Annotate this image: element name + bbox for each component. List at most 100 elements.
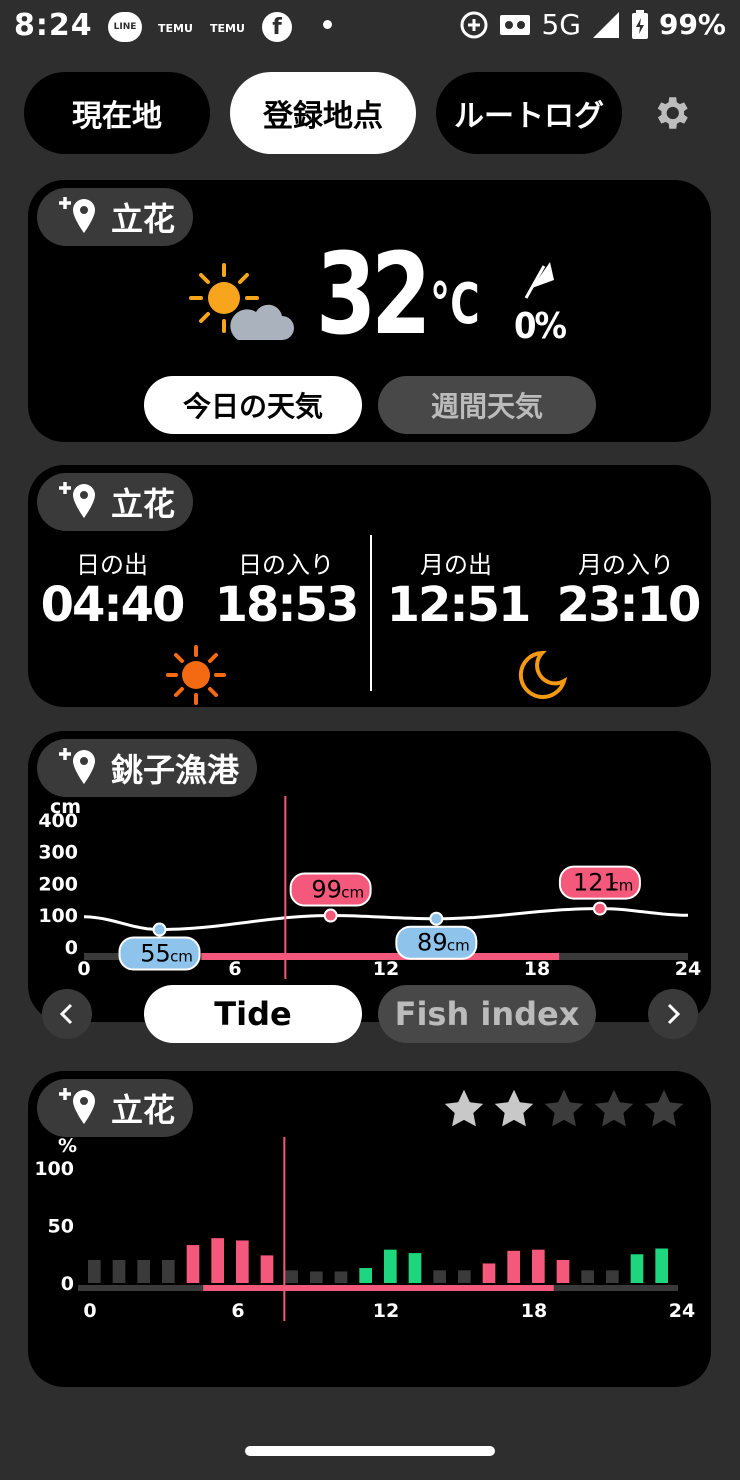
moon-icon [518,650,568,699]
high-tide-point [323,908,338,923]
tab-current-location[interactable]: 現在地 [24,72,210,154]
fish-index-chart: 100 50 00 6 12 18 24 [34,1137,695,1322]
y-tick-label: 0 [61,1273,74,1295]
fish-index-bar [186,1245,200,1283]
y-tick-label: 100 [34,1158,74,1180]
fish-index-bar [112,1260,126,1283]
status-right: 5G 99% [459,8,726,41]
fish-index-bar [482,1263,496,1283]
fish-index-bar [532,1249,545,1283]
sun-moon-card: 立花 日の出 04:40 日の入り 18:53 月の出 12:51 月の入り 2… [28,465,711,707]
weekly-weather-button[interactable]: 週間天気 [378,376,596,434]
tab-fish-index[interactable]: Fish index [378,985,596,1043]
chevron-right-icon [667,1003,681,1025]
signal-icon [592,11,619,38]
sun-icon [166,645,226,705]
next-button[interactable] [648,989,698,1039]
fish-index-bar [630,1254,644,1283]
fish-index-bar [211,1238,224,1283]
temu-icon: TEMU [158,22,193,35]
data-saver-icon [460,11,488,38]
fish-index-bar [162,1260,175,1283]
umbrella-icon [524,262,554,299]
sunrise-label: 日の出 [76,551,148,579]
fish-index-bar [606,1270,619,1283]
gear-icon[interactable] [650,92,692,134]
x-tick-label: 6 [228,958,241,980]
fish-index-bar [433,1270,446,1283]
tab-registered-locations[interactable]: 登録地点 [230,72,416,154]
fish-index-bar [236,1240,249,1283]
low-tide-label: 55 [140,940,171,968]
high-tide-point [592,901,607,916]
x-tick-label: 18 [524,958,550,980]
battery-icon [631,9,648,39]
fish-index-card: 立花 % 100 50 0 0 6 12 18 24 [28,1071,711,1387]
fish-index-bar [88,1260,101,1283]
fish-index-bar [359,1268,372,1283]
temperature-unit: °C [430,272,480,337]
fish-index-bar [334,1271,348,1283]
tide-card: 銚子漁港 cm 400 300 200 100 0 55 cm 99 cm 89 cm 121 cm 0 6… [28,731,711,1043]
x-tick-label: 0 [77,958,90,980]
high-tide-label: 99 [311,876,342,904]
location-chip[interactable]: 立花 [37,188,194,246]
network-type: 5G [541,8,581,41]
weather-card: 立花 32 °C 0% 今日の天気 週間天気 [28,180,711,442]
sunny-cloudy-icon [189,263,294,340]
status-bar: 8:24 LINE TEMU TEMU f 5G 99% [0,0,740,56]
y-tick-label: 200 [38,873,78,895]
moonset-label: 月の入り [578,551,674,579]
moonrise-label: 月の出 [420,551,492,579]
sunset-time: 18:53 [214,577,360,633]
y-tick-label: 0 [65,937,78,959]
tab-tide[interactable]: Tide [144,985,362,1043]
battery-percent: 99% [658,8,726,41]
clock: 8:24 [14,8,93,43]
low-tide-point [152,922,167,937]
add-location-icon [59,197,95,233]
prev-button[interactable] [42,989,92,1039]
location-name: 立花 [111,485,176,523]
x-tick-label: 24 [675,958,701,980]
fish-index-bar [384,1249,397,1283]
today-weather-button[interactable]: 今日の天気 [144,376,362,434]
tide-chart: 4003002001000 55 cm99 cm89 cm121cm0 6 12 18 24 [38,796,701,980]
dot-icon [323,20,332,29]
fish-index-bar [507,1250,520,1283]
fish-index-bar [655,1248,668,1283]
y-tick-label: 100 [38,905,78,927]
sunset-label: 日の入り [238,551,334,579]
add-location-icon [59,482,95,518]
x-tick-label: 6 [231,1300,244,1322]
low-tide-label: 89 [417,929,448,957]
tab-route-log[interactable]: ルートログ [436,72,622,154]
fish-index-bar [285,1270,298,1283]
fish-index-bar [458,1270,471,1283]
voicemail-icon [500,14,531,35]
location-name: 立花 [111,200,176,238]
fish-index-bar [581,1270,594,1283]
moonrise-time: 12:51 [386,577,532,633]
location-chip[interactable]: 立花 [37,473,194,531]
fish-index-bar [310,1271,323,1283]
fish-index-bar [137,1260,150,1283]
tide-unit-label: cm [341,884,364,902]
temperature-value: 32 [316,230,431,360]
x-tick-label: 12 [373,1300,399,1322]
top-tab-bar: 現在地 登録地点 ルートログ [24,72,724,156]
moonset-time: 23:10 [556,577,702,633]
daylight-bar [203,1285,554,1291]
home-indicator[interactable] [245,1446,495,1456]
x-tick-label: 24 [669,1300,695,1322]
fish-index-bar [260,1255,274,1283]
line-icon: LINE [108,12,142,42]
fish-index-bar [556,1260,570,1283]
facebook-icon: f [262,12,292,42]
tide-unit-label: cm [447,937,470,955]
x-tick-label: 0 [83,1300,96,1322]
x-tick-label: 18 [521,1300,547,1322]
rain-chance: 0% [514,306,567,347]
temu-icon: TEMU [210,22,245,35]
tide-unit-label: cm [610,877,633,895]
